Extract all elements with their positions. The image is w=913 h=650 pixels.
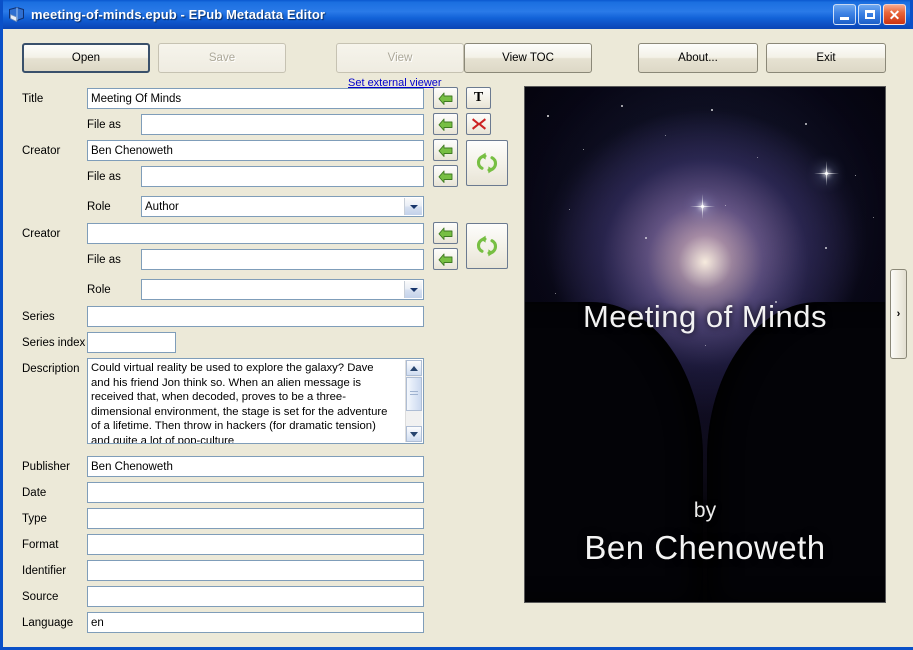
creator2-fileas-label: File as (87, 254, 121, 266)
title-fileas-label: File as (87, 119, 121, 131)
identifier-field-label: Identifier (22, 565, 66, 577)
creator2-fileas-input[interactable] (141, 249, 424, 270)
source-input[interactable] (87, 586, 424, 607)
expand-panel-splitter[interactable]: › (890, 269, 907, 359)
creator2-role-label: Role (87, 284, 111, 296)
window-title: meeting-of-minds.epub - EPub Metadata Ed… (31, 7, 833, 22)
maximize-icon (865, 10, 875, 19)
window-controls: ✕ (833, 4, 908, 25)
title-field-label: Title (22, 93, 43, 105)
date-field-label: Date (22, 487, 46, 499)
open-button[interactable]: Open (22, 43, 150, 73)
cover-bright-star-right (825, 172, 828, 175)
title-delete-button[interactable] (466, 113, 491, 135)
series-index-field-label: Series index (22, 337, 85, 349)
creator1-role-label: Role (87, 201, 111, 213)
app-window: meeting-of-minds.epub - EPub Metadata Ed… (0, 0, 913, 650)
description-scrollbar[interactable] (405, 360, 422, 442)
cover-bright-star-center (701, 205, 704, 208)
creator1-swap-button[interactable] (466, 140, 508, 186)
creator1-role-select[interactable]: Author (141, 196, 424, 217)
scroll-up-button[interactable] (406, 360, 422, 376)
series-field-label: Series (22, 311, 55, 323)
creator1-input[interactable]: Ben Chenoweth (87, 140, 424, 161)
series-index-input[interactable] (87, 332, 176, 353)
close-button[interactable]: ✕ (883, 4, 906, 25)
date-input[interactable] (87, 482, 424, 503)
creator1-fileas-label: File as (87, 171, 121, 183)
creator2-copy-button[interactable] (433, 222, 458, 244)
series-input[interactable] (87, 306, 424, 327)
source-field-label: Source (22, 591, 58, 603)
creator1-fileas-copy-button[interactable] (433, 165, 458, 187)
red-x-icon (471, 117, 487, 131)
language-input[interactable]: en (87, 612, 424, 633)
creator2-swap-button[interactable] (466, 223, 508, 269)
cover-by-text: by (525, 499, 885, 523)
title-copy-button[interactable] (433, 87, 458, 109)
title-fileas-input[interactable] (141, 114, 424, 135)
cover-author-text: Ben Chenoweth (525, 529, 885, 567)
description-textarea[interactable]: Could virtual reality be used to explore… (87, 358, 424, 444)
close-icon: ✕ (889, 8, 901, 22)
creator1-fileas-input[interactable] (141, 166, 424, 187)
client-area: Open Save View Set external viewer View … (6, 29, 913, 647)
format-input[interactable] (87, 534, 424, 555)
identifier-input[interactable] (87, 560, 424, 581)
green-swap-arrows-icon (474, 234, 500, 258)
format-field-label: Format (22, 539, 58, 551)
text-case-icon: T (474, 91, 483, 105)
creator2-input[interactable] (87, 223, 424, 244)
creator2-role-select[interactable] (141, 279, 424, 300)
creator1-field-label: Creator (22, 145, 60, 157)
cover-image[interactable]: Meeting of Minds by Ben Chenoweth (524, 86, 886, 603)
language-field-label: Language (22, 617, 73, 629)
creator2-field-label: Creator (22, 228, 60, 240)
maximize-button[interactable] (858, 4, 881, 25)
title-text-case-button[interactable]: T (466, 87, 491, 109)
book-icon (7, 5, 26, 24)
creator2-fileas-copy-button[interactable] (433, 248, 458, 270)
title-fileas-copy-button[interactable] (433, 113, 458, 135)
about-button[interactable]: About... (638, 43, 758, 73)
title-input[interactable]: Meeting Of Minds (87, 88, 424, 109)
green-swap-arrows-icon (474, 151, 500, 175)
title-bar: meeting-of-minds.epub - EPub Metadata Ed… (3, 0, 910, 29)
type-input[interactable] (87, 508, 424, 529)
scrollbar-thumb[interactable] (406, 377, 422, 411)
creator1-role-value: Author (145, 201, 179, 213)
minimize-button[interactable] (833, 4, 856, 25)
description-field-label: Description (22, 363, 80, 375)
chevron-right-icon: › (897, 308, 901, 320)
chevron-down-icon[interactable] (404, 281, 422, 298)
publisher-input[interactable]: Ben Chenoweth (87, 456, 424, 477)
chevron-down-icon[interactable] (404, 198, 422, 215)
type-field-label: Type (22, 513, 47, 525)
minimize-icon (840, 17, 849, 20)
view-button[interactable]: View (336, 43, 464, 73)
creator1-copy-button[interactable] (433, 139, 458, 161)
exit-button[interactable]: Exit (766, 43, 886, 73)
publisher-field-label: Publisher (22, 461, 70, 473)
view-toc-button[interactable]: View TOC (464, 43, 592, 73)
save-button[interactable]: Save (158, 43, 286, 73)
cover-title-text: Meeting of Minds (525, 299, 885, 335)
description-text: Could virtual reality be used to explore… (91, 361, 393, 444)
scroll-down-button[interactable] (406, 426, 422, 442)
